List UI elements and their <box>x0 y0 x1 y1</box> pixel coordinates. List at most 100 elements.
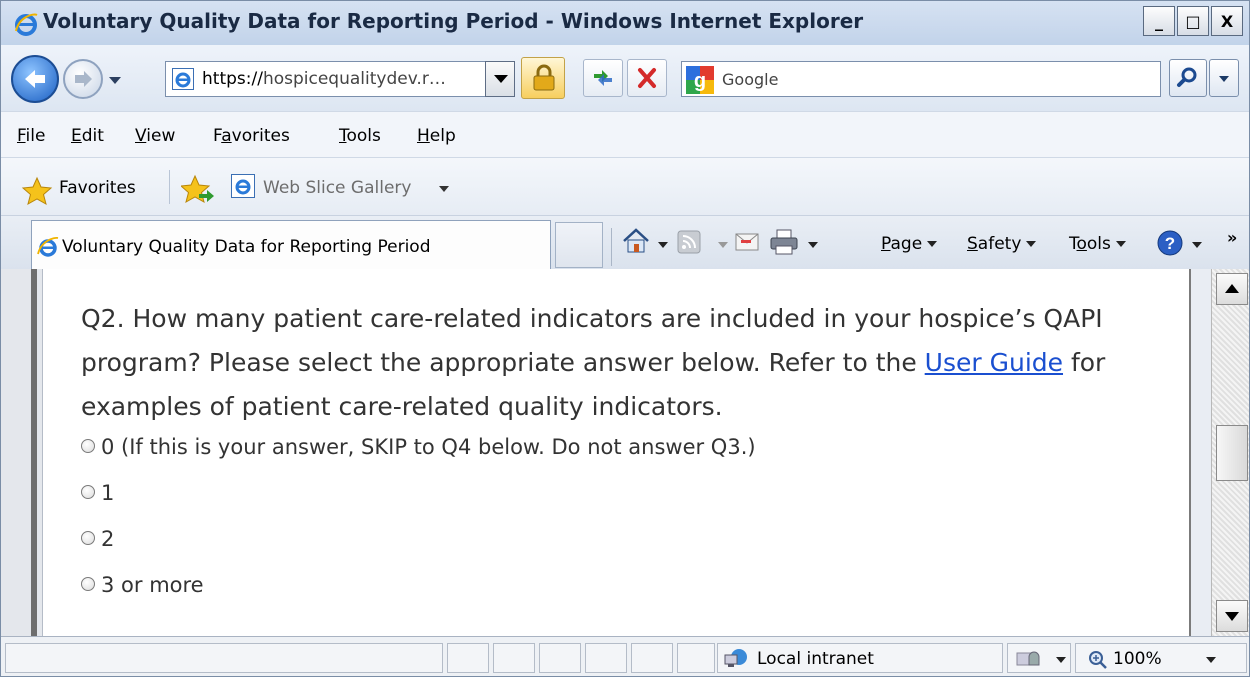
tab-ie-icon <box>37 236 59 257</box>
favorites-bar: Favorites Web Slice Gallery <box>1 157 1249 216</box>
scroll-up-button[interactable] <box>1216 273 1248 305</box>
forward-arrow-icon <box>75 71 92 87</box>
address-dropdown-button[interactable] <box>485 61 515 97</box>
close-button[interactable]: X <box>1211 6 1243 36</box>
option-label: 0 (If this is your answer, SKIP to Q4 be… <box>101 435 756 459</box>
search-placeholder: Google <box>722 70 779 89</box>
search-go-button[interactable] <box>1169 59 1207 97</box>
status-bar: Local intranet 100% <box>1 636 1249 676</box>
question-q2: Q2. How many patient care-related indica… <box>81 297 1161 429</box>
safety-menu-caret <box>1026 241 1037 247</box>
home-icon[interactable] <box>621 226 651 256</box>
scroll-down-button[interactable] <box>1216 600 1248 632</box>
address-toolbar: https://hospicequalitydev.r… g Google <box>1 45 1249 111</box>
page-body: Q2. How many patient care-related indica… <box>43 269 1191 636</box>
tab-row: Voluntary Quality Data for Reporting Per… <box>1 215 1249 270</box>
menu-favorites[interactable]: Favorites <box>213 126 290 146</box>
help-dropdown[interactable] <box>1192 242 1202 248</box>
scroll-thumb[interactable] <box>1216 425 1248 481</box>
page-ie-icon <box>172 68 194 90</box>
print-icon[interactable] <box>769 228 799 256</box>
help-icon[interactable]: ? <box>1155 228 1185 258</box>
status-pane <box>447 643 489 673</box>
security-report-button[interactable] <box>521 57 565 99</box>
left-gutter <box>1 269 43 636</box>
minimize-button[interactable]: _ <box>1143 6 1175 36</box>
vertical-scrollbar[interactable] <box>1211 269 1249 636</box>
menu-help[interactable]: Help <box>417 126 456 146</box>
radio-button[interactable] <box>81 439 95 453</box>
search-options-dropdown[interactable] <box>1209 59 1239 97</box>
zoom-magnifier-icon <box>1089 651 1107 669</box>
option-label: 3 or more <box>101 573 204 597</box>
protected-mode-icon <box>1016 651 1040 666</box>
svg-text:g: g <box>694 70 706 92</box>
status-pane <box>493 643 535 673</box>
page-menu-caret <box>927 241 938 247</box>
menu-tools[interactable]: Tools <box>339 126 381 146</box>
tools-menu-caret <box>1115 241 1126 247</box>
radio-button[interactable] <box>81 577 95 591</box>
menu-view[interactable]: View <box>135 126 175 146</box>
url-scheme: https:// <box>202 69 263 89</box>
menu-file[interactable]: File <box>17 126 45 146</box>
magnifier-icon <box>1177 67 1197 87</box>
add-to-favorites-icon[interactable] <box>181 174 215 204</box>
new-tab-button[interactable] <box>555 222 603 268</box>
read-mail-icon[interactable] <box>735 232 759 252</box>
option-label: 1 <box>101 481 115 505</box>
address-field[interactable]: https://hospicequalitydev.r… <box>165 61 515 97</box>
content-viewport: Q2. How many patient care-related indica… <box>1 269 1249 636</box>
recent-pages-dropdown[interactable] <box>109 77 121 84</box>
menu-edit[interactable]: Edit <box>71 126 104 146</box>
option-1[interactable]: 1 <box>81 481 114 505</box>
compatibility-refresh-button[interactable] <box>583 59 623 97</box>
favorites-button[interactable]: Favorites <box>59 178 136 198</box>
title-bar: Voluntary Quality Data for Reporting Per… <box>1 1 1249 46</box>
forward-button[interactable] <box>63 59 103 99</box>
radio-button[interactable] <box>81 485 95 499</box>
option-3-or-more[interactable]: 3 or more <box>81 573 204 597</box>
google-logo-icon: g <box>686 66 714 94</box>
status-pane <box>585 643 627 673</box>
zoom-dropdown[interactable] <box>1206 657 1216 663</box>
favorites-star-icon[interactable] <box>21 176 53 206</box>
page-menu-button[interactable]: Page <box>881 234 938 254</box>
security-zone-text: Local intranet <box>757 649 874 669</box>
tab-title: Voluntary Quality Data for Reporting Per… <box>62 237 431 257</box>
browser-window: Voluntary Quality Data for Reporting Per… <box>0 0 1250 677</box>
option-label: 2 <box>101 527 115 551</box>
menu-bar: File Edit View Favorites Tools Help <box>1 111 1249 158</box>
print-dropdown[interactable] <box>808 242 818 248</box>
status-pane <box>677 643 715 673</box>
home-dropdown[interactable] <box>658 242 668 248</box>
search-input[interactable]: g Google <box>681 61 1161 97</box>
tools-menu-button[interactable]: Tools <box>1069 234 1126 254</box>
maximize-button[interactable]: □ <box>1177 6 1209 36</box>
option-2[interactable]: 2 <box>81 527 114 551</box>
local-intranet-icon <box>724 649 747 667</box>
refresh-icon <box>594 70 612 86</box>
toolbar-divider <box>169 170 170 204</box>
command-bar-divider <box>611 228 612 266</box>
safety-menu-button[interactable]: Safety <box>967 234 1037 254</box>
user-guide-link[interactable]: User Guide <box>925 348 1063 377</box>
web-slice-dropdown[interactable] <box>439 186 449 192</box>
status-pane <box>631 643 673 673</box>
status-pane <box>539 643 581 673</box>
protected-mode-dropdown[interactable] <box>1056 657 1066 663</box>
stop-x-icon <box>638 68 656 88</box>
feeds-icon[interactable] <box>677 230 701 254</box>
web-slice-gallery-link[interactable]: Web Slice Gallery <box>263 178 411 198</box>
padlock-icon <box>533 64 555 91</box>
command-overflow-chevron[interactable]: » <box>1227 228 1237 247</box>
window-title: Voluntary Quality Data for Reporting Per… <box>43 9 864 33</box>
feeds-dropdown[interactable] <box>718 242 728 248</box>
radio-button[interactable] <box>81 531 95 545</box>
back-button[interactable] <box>11 55 59 103</box>
tab-active[interactable]: Voluntary Quality Data for Reporting Per… <box>31 220 551 270</box>
stop-button[interactable] <box>627 59 667 97</box>
option-0[interactable]: 0 (If this is your answer, SKIP to Q4 be… <box>81 435 756 459</box>
ie-logo-icon <box>15 13 38 36</box>
back-arrow-icon <box>25 70 45 88</box>
